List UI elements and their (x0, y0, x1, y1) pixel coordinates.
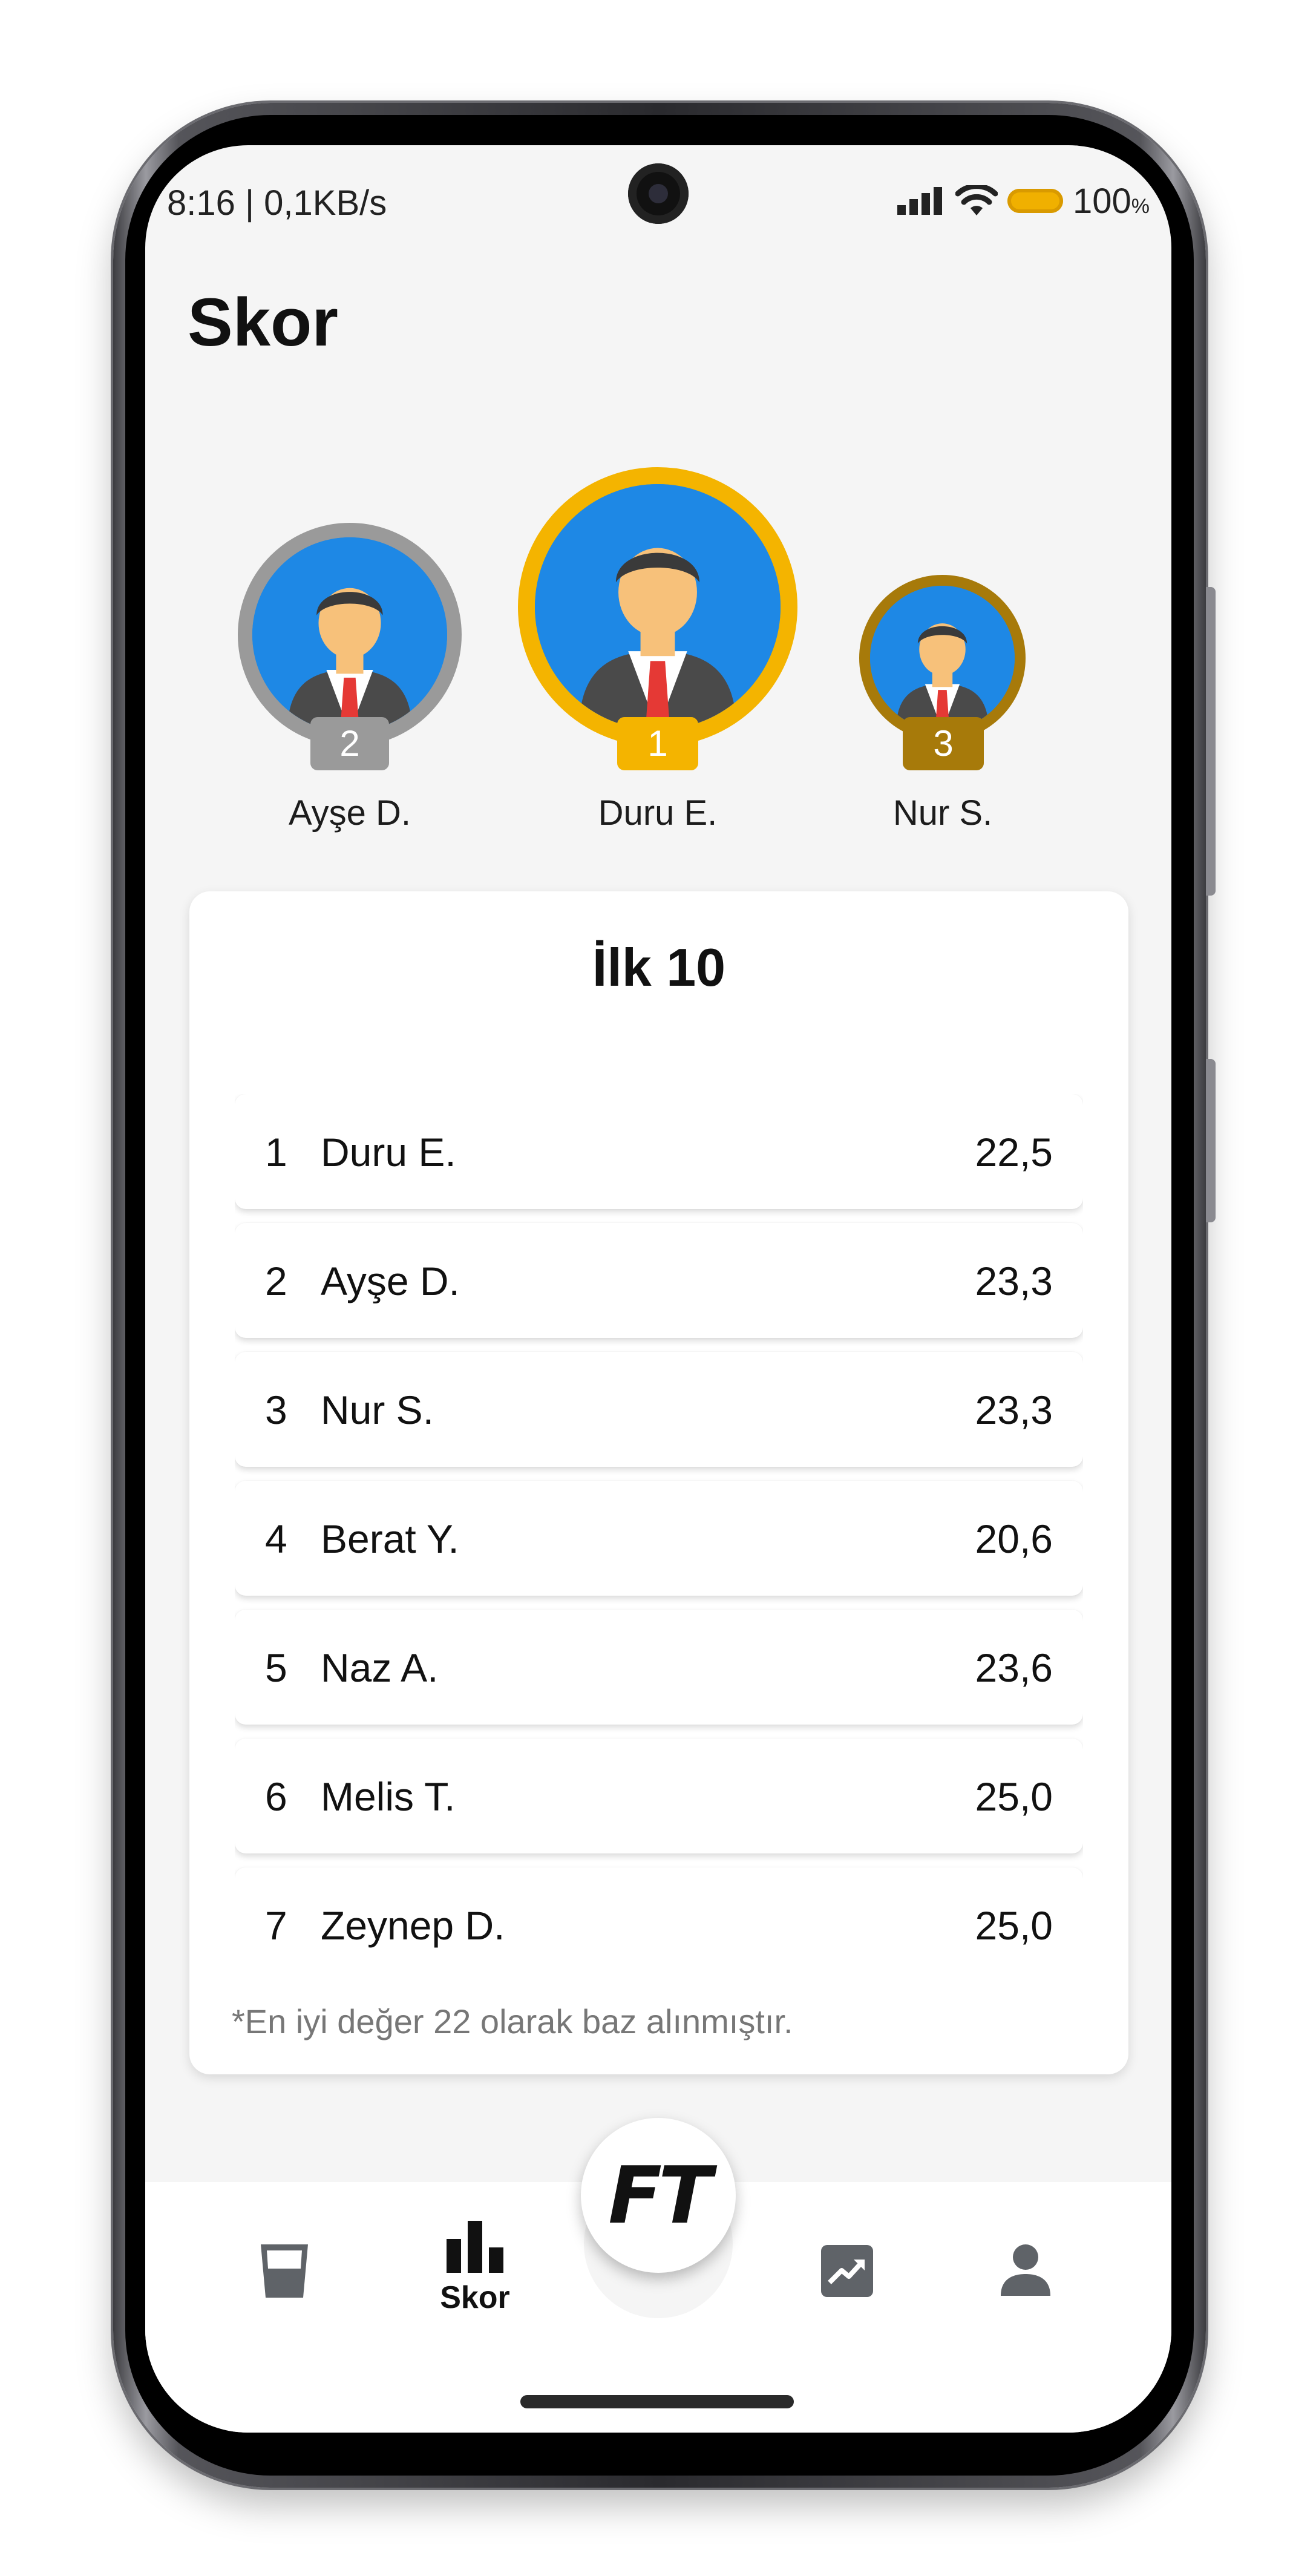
battery-icon (1007, 189, 1063, 213)
row-rank: 1 (265, 1130, 287, 1175)
nav-item-skor[interactable]: Skor (411, 2221, 539, 2316)
status-icons: 100% (897, 181, 1150, 221)
row-rank: 4 (265, 1516, 287, 1561)
row-rank: 7 (265, 1903, 287, 1948)
row-name: Zeynep D. (321, 1903, 505, 1948)
trending-up-icon (821, 2245, 873, 2297)
person-icon (1001, 2244, 1050, 2296)
status-bar: 8:16 | 0,1KB/s 100% (145, 145, 1171, 254)
top10-card: İlk 10 1 Duru E. 22,5 2 Ayşe D. 23,3 3 N… (189, 891, 1128, 2074)
row-score: 25,0 (975, 1903, 1053, 1948)
wifi-icon (955, 185, 998, 215)
nav-label-skor: Skor (440, 2280, 510, 2315)
nav-item-trending[interactable] (811, 2245, 883, 2300)
row-name: Duru E. (321, 1130, 456, 1175)
leaderboard-list[interactable]: 1 Duru E. 22,5 2 Ayşe D. 23,3 3 Nur S. 2… (235, 1094, 1083, 1964)
card-title: İlk 10 (592, 937, 726, 997)
volume-button (1206, 1059, 1216, 1222)
footnote: *En iyi değer 22 olarak baz alınmıştır. (232, 2002, 793, 2040)
home-indicator[interactable] (520, 2395, 794, 2408)
table-row[interactable]: 3 Nur S. 23,3 (235, 1352, 1083, 1467)
signal-icon (897, 187, 942, 215)
avatar-second (238, 523, 462, 747)
table-row[interactable]: 5 Naz A. 23,6 (235, 1610, 1083, 1725)
avatar-first (518, 467, 797, 747)
row-name: Nur S. (321, 1388, 434, 1432)
avatar-third (859, 575, 1026, 741)
table-row[interactable]: 2 Ayşe D. 23,3 (235, 1223, 1083, 1338)
user-avatar-icon (870, 586, 1015, 730)
table-row[interactable]: 4 Berat Y. 20,6 (235, 1481, 1083, 1596)
row-rank: 3 (265, 1388, 287, 1432)
row-rank: 5 (265, 1645, 287, 1690)
page-title: Skor (188, 284, 338, 360)
row-name: Melis T. (321, 1774, 456, 1819)
row-score: 23,6 (975, 1645, 1053, 1690)
rank-badge-first: 1 (617, 717, 698, 770)
row-name: Berat Y. (321, 1516, 459, 1561)
nav-item-profile[interactable] (989, 2244, 1062, 2299)
battery-level: 100% (1072, 181, 1150, 221)
ft-home-button[interactable]: FT (581, 2118, 736, 2273)
bar-chart-icon (447, 2221, 503, 2273)
nav-item-glass[interactable] (248, 2242, 321, 2303)
power-button (1206, 587, 1216, 896)
podium-name-third: Nur S. (892, 793, 993, 833)
podium-name-second: Ayşe D. (288, 793, 411, 833)
row-score: 25,0 (975, 1774, 1053, 1819)
row-score: 20,6 (975, 1516, 1053, 1561)
row-name: Naz A. (321, 1645, 439, 1690)
table-row[interactable]: 1 Duru E. 22,5 (235, 1094, 1083, 1209)
table-row[interactable]: 7 Zeynep D. 25,0 (235, 1867, 1083, 1964)
row-rank: 6 (265, 1774, 287, 1819)
glass-icon (261, 2244, 308, 2298)
row-rank: 2 (265, 1259, 287, 1303)
table-row[interactable]: 6 Melis T. 25,0 (235, 1739, 1083, 1853)
row-score: 23,3 (975, 1259, 1053, 1303)
front-camera (628, 163, 689, 224)
user-avatar-icon (252, 537, 447, 732)
user-avatar-icon (535, 484, 781, 730)
podium-name-first: Duru E. (598, 793, 718, 833)
ft-logo: FT (608, 2149, 712, 2241)
rank-badge-second: 2 (310, 717, 389, 770)
row-score: 23,3 (975, 1388, 1053, 1432)
row-score: 22,5 (975, 1130, 1053, 1175)
app-screen: 8:16 | 0,1KB/s 100% Skor 2 Ayşe D. 1 Dur… (145, 145, 1171, 2433)
row-name: Ayşe D. (321, 1259, 460, 1303)
status-time: 8:16 | 0,1KB/s (167, 183, 387, 223)
rank-badge-third: 3 (903, 717, 984, 770)
